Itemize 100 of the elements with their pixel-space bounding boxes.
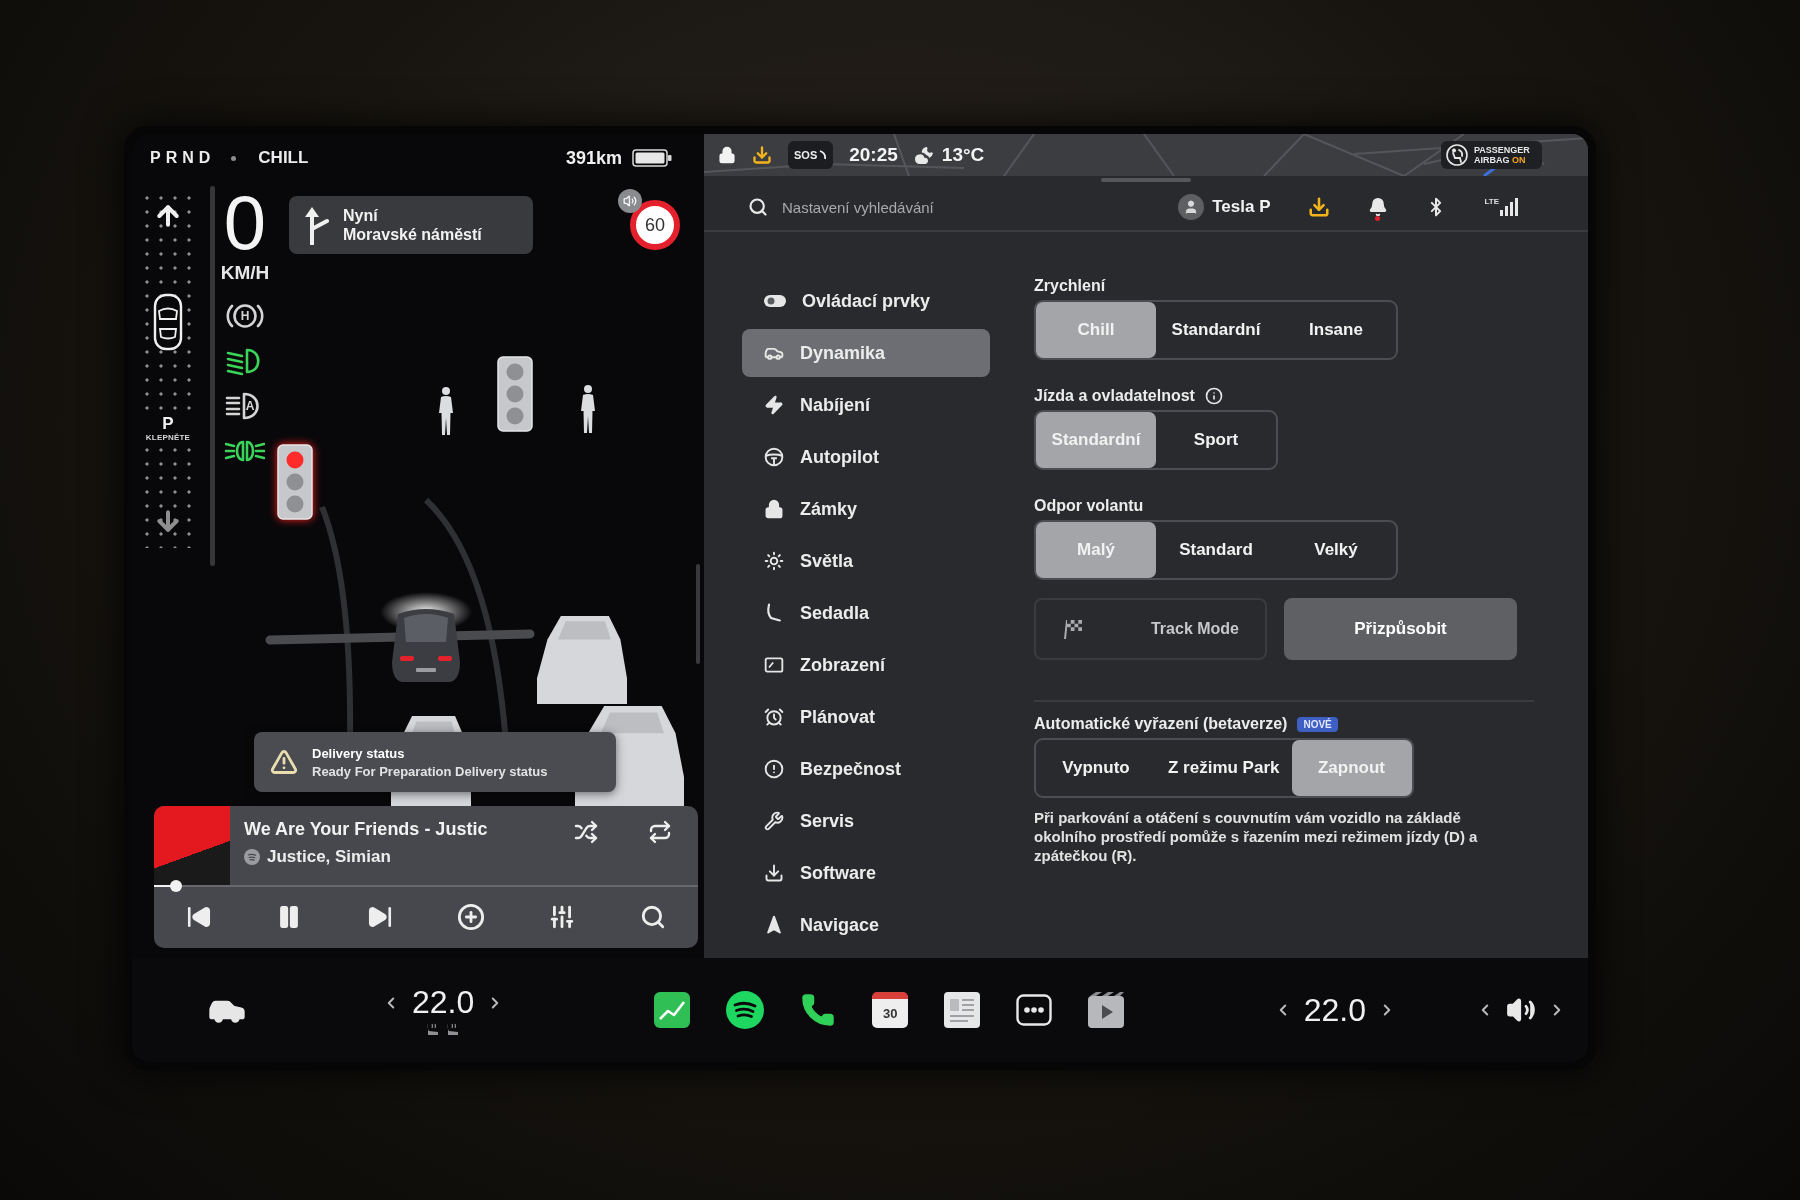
drive-mode: CHILL [258, 148, 309, 168]
toggle-icon [764, 295, 786, 307]
notepad-app-icon[interactable] [944, 992, 981, 1028]
music-source-icon [244, 849, 260, 865]
navigation-card[interactable]: Nyní Moravské náměstí [289, 196, 533, 254]
network-type: LTE [1484, 198, 1499, 206]
pedestrian-figure [436, 386, 456, 436]
menu-item[interactable]: Servis [742, 797, 990, 845]
notification-message: Ready For Preparation Delivery status [312, 763, 548, 779]
progress-thumb[interactable] [169, 880, 182, 892]
display-icon [764, 655, 784, 675]
calendar-app-icon[interactable]: 30 [872, 992, 909, 1028]
avatar-icon [1178, 194, 1205, 220]
menu-item[interactable]: Dynamika [742, 329, 990, 377]
phone-app-icon[interactable] [800, 992, 837, 1028]
equalizer-icon[interactable] [549, 904, 576, 930]
shuffle-icon[interactable] [574, 820, 598, 844]
add-circle-icon[interactable] [457, 903, 486, 931]
steering-wheel-icon [764, 447, 784, 467]
notification-toast[interactable]: Delivery status Ready For Preparation Delivery status [254, 732, 616, 792]
chart-app-icon[interactable] [654, 992, 691, 1028]
skip-forward-icon[interactable] [366, 904, 393, 930]
segment-option[interactable]: Standardní [1156, 302, 1276, 358]
menu-item[interactable]: Plánovat [742, 693, 990, 741]
menu-item[interactable]: Zobrazení [742, 641, 990, 689]
track-title: We Are Your Friends - Justic [244, 819, 489, 840]
download-icon[interactable] [752, 145, 772, 165]
navigation-arrow-icon [764, 915, 784, 935]
separator-dot-icon [231, 155, 237, 161]
video-app-icon[interactable] [1088, 992, 1125, 1028]
music-app-icon[interactable] [726, 991, 765, 1029]
segment-option[interactable]: Vypnuto [1036, 740, 1156, 796]
clock-time: 20:25 [849, 144, 898, 166]
menu-item[interactable]: Autopilot [742, 433, 990, 481]
lock-icon[interactable] [718, 146, 736, 164]
search-icon [748, 197, 768, 217]
artist-name: Justice, Simian [267, 847, 391, 867]
alarm-clock-icon [764, 707, 784, 727]
lock-icon [764, 499, 784, 519]
signal-bars-icon [1500, 198, 1518, 216]
airbag-icon [1446, 144, 1468, 166]
info-icon[interactable] [1204, 387, 1223, 405]
lightning-bolt-icon [764, 395, 784, 415]
segment-option[interactable]: Z režimu Park [1156, 740, 1292, 796]
repeat-icon[interactable] [648, 820, 672, 844]
range-text: 391km [565, 147, 622, 169]
menu-item[interactable]: Světla [742, 537, 990, 585]
airbag-status-text: PASSENGER AIRBAG ON [1474, 145, 1531, 165]
menu-item[interactable]: Zámky [742, 485, 990, 533]
battery-icon [632, 149, 672, 167]
bell-icon[interactable] [1368, 197, 1389, 217]
checkered-flag-icon [1062, 618, 1084, 640]
instruction-text: Nyní [343, 206, 379, 225]
skip-back-icon[interactable] [186, 904, 213, 930]
speed-unit: KM/H [220, 262, 270, 284]
cloud-moon-icon [913, 145, 934, 165]
download-icon[interactable] [1308, 196, 1331, 218]
segment-option[interactable]: Insane [1276, 302, 1396, 358]
notification-title: Delivery status [312, 745, 406, 761]
new-badge: NOVÉ [1297, 716, 1338, 732]
menu-item[interactable]: Software [742, 849, 990, 897]
drag-handle[interactable] [1101, 178, 1191, 182]
street-name: Moravské náměstí [343, 225, 482, 244]
menu-item[interactable]: Bezpečnost [742, 745, 990, 793]
segment-option[interactable]: Standard [1156, 522, 1276, 578]
menu-item[interactable]: Sedadla [742, 589, 990, 637]
temperature-value: 22.0 [412, 984, 475, 1021]
map-strip[interactable]: SOS 20:25 13°C PASSENGER AIRBAG ON [704, 134, 1588, 176]
pedestrian-figure [578, 384, 598, 434]
speaker-icon[interactable] [618, 189, 642, 213]
warning-icon [270, 748, 298, 776]
turn-arrow-icon [303, 205, 329, 245]
description-text: Při parkování a otáčení s couvnutím vám vozidlo na základě okolního prostředí pomůže s řazením mezi režimem jízdy (D) a zpátečkou (R). [1034, 808, 1479, 865]
section-title: Automatické vyřazení (betaverze) [1034, 715, 1288, 733]
sun-icon [764, 551, 784, 571]
menu-item[interactable]: Navigace [742, 901, 990, 949]
profile-button[interactable]: Tesla P [1178, 194, 1271, 220]
seat-icon [764, 603, 784, 623]
alert-circle-icon [764, 759, 784, 779]
panel-resize-handle[interactable] [696, 564, 700, 664]
section-title: Odpor volantu [1034, 497, 1144, 515]
search-icon[interactable] [639, 904, 666, 930]
temperature-value: 22.0 [1303, 991, 1366, 1029]
sos-button[interactable]: SOS [788, 141, 834, 169]
customize-button[interactable]: Přizpůsobit [1284, 598, 1517, 660]
section-title: Zrychlení [1034, 277, 1106, 295]
wrench-icon [764, 811, 784, 831]
outside-temperature: 13°C [941, 144, 985, 166]
menu-item[interactable]: Ovládací prvky [742, 277, 990, 325]
menu-item[interactable]: Nabíjení [742, 381, 990, 429]
segment-option[interactable]: Velký [1276, 522, 1396, 578]
call-arc-icon [819, 150, 828, 160]
car-top-view-icon [153, 293, 183, 351]
speed-value: 0 [223, 186, 267, 260]
segment-option[interactable]: Sport [1156, 412, 1276, 468]
track-mode-button[interactable]: Track Mode [1034, 598, 1267, 660]
search-field[interactable]: Nastavení vyhledávání [780, 197, 1080, 217]
speed-limit-sign: 60 [630, 200, 680, 250]
section-title: Jízda a ovladatelnost [1034, 387, 1195, 405]
more-apps-icon[interactable] [1016, 994, 1053, 1026]
